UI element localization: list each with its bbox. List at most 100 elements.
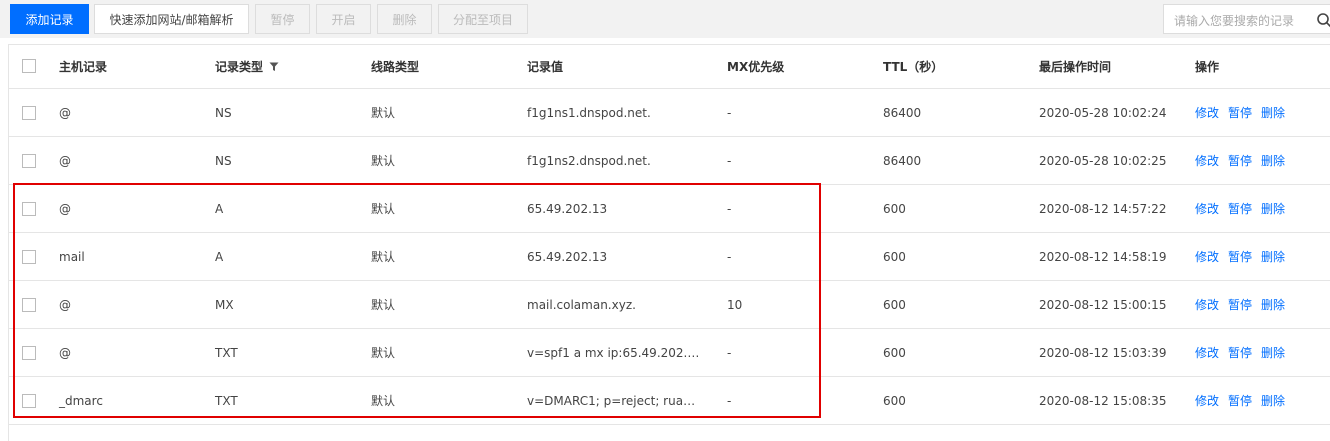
pause-link[interactable]: 暂停 (1228, 392, 1252, 409)
search-input[interactable]: 请输入您要搜索的记录 (1163, 4, 1330, 34)
cell-value: 65.49.202.13 (527, 249, 608, 264)
cell-line: 默认 (371, 394, 396, 408)
cell-line: 默认 (371, 298, 396, 312)
row-checkbox[interactable] (22, 346, 36, 360)
cell-actions: 修改 暂停 删除 (1195, 137, 1294, 184)
cell-ttl: 86400 (883, 105, 922, 120)
enable-button[interactable]: 开启 (316, 4, 371, 34)
edit-link[interactable]: 修改 (1195, 152, 1219, 169)
edit-link[interactable]: 修改 (1195, 296, 1219, 313)
delete-link[interactable]: 删除 (1261, 200, 1285, 217)
cell-line: 默认 (371, 202, 396, 216)
cell-value: f1g1ns2.dnspod.net. (527, 153, 651, 168)
delete-link[interactable]: 删除 (1261, 248, 1285, 265)
cell-value: v=DMARC1; p=reject; rua… (527, 393, 696, 408)
cell-mx: - (727, 105, 732, 120)
edit-link[interactable]: 修改 (1195, 248, 1219, 265)
cell-line: 默认 (371, 154, 396, 168)
cell-actions: 修改 暂停 删除 (1195, 377, 1294, 424)
search-icon[interactable] (1316, 12, 1330, 28)
cell-mx: - (727, 201, 732, 216)
cell-line: 默认 (371, 250, 396, 264)
pause-link[interactable]: 暂停 (1228, 248, 1252, 265)
col-type[interactable]: 记录类型 (215, 45, 279, 88)
cell-mx: - (727, 393, 732, 408)
cell-mx: 10 (727, 297, 743, 312)
search-placeholder: 请输入您要搜索的记录 (1174, 14, 1295, 28)
delete-link[interactable]: 删除 (1261, 344, 1285, 361)
cell-ttl: 86400 (883, 153, 922, 168)
cell-actions: 修改 暂停 删除 (1195, 281, 1294, 328)
edit-link[interactable]: 修改 (1195, 104, 1219, 121)
table-row: mail A 默认 65.49.202.13 - 600 2020-08-12 14:58:… (9, 233, 1330, 281)
cell-line: 默认 (371, 106, 396, 120)
cell-actions: 修改 暂停 删除 (1195, 89, 1294, 136)
pause-link[interactable]: 暂停 (1228, 344, 1252, 361)
cell-line: 默认 (371, 346, 396, 360)
cell-time: 2020-05-28 10:02:24 (1039, 105, 1167, 120)
edit-link[interactable]: 修改 (1195, 200, 1219, 217)
table-row: @ A 默认 65.49.202.13 - 600 2020-08-12 14:57:22 修… (9, 185, 1330, 233)
row-checkbox[interactable] (22, 106, 36, 120)
cell-type: A (215, 249, 224, 264)
col-type-label: 记录类型 (215, 60, 264, 74)
table-row: _dmarc TXT 默认 v=DMARC1; p=reject; rua… - 600 2… (9, 377, 1330, 425)
row-checkbox[interactable] (22, 154, 36, 168)
row-checkbox[interactable] (22, 298, 36, 312)
pause-link[interactable]: 暂停 (1228, 200, 1252, 217)
delete-button[interactable]: 删除 (377, 4, 432, 34)
cell-mx: - (727, 153, 732, 168)
col-mx: MX优先级 (727, 60, 785, 74)
cell-ttl: 600 (883, 201, 906, 216)
col-ttl: TTL（秒） (883, 60, 944, 74)
cell-actions: 修改 暂停 删除 (1195, 329, 1294, 376)
cell-ttl: 600 (883, 345, 906, 360)
cell-value: v=spf1 a mx ip:65.49.202.… (527, 345, 700, 360)
cell-value: mail.colaman.xyz. (527, 297, 636, 312)
cell-host: mail (59, 249, 85, 264)
cell-time: 2020-08-12 15:08:35 (1039, 393, 1167, 408)
quick-add-button[interactable]: 快速添加网站/邮箱解析 (94, 4, 249, 34)
cell-type: A (215, 201, 224, 216)
cell-actions: 修改 暂停 删除 (1195, 185, 1294, 232)
select-all-checkbox[interactable] (22, 59, 36, 73)
table-row: @ NS 默认 f1g1ns2.dnspod.net. - 86400 2020-05-28… (9, 137, 1330, 185)
cell-time: 2020-05-28 10:02:25 (1039, 153, 1167, 168)
pause-link[interactable]: 暂停 (1228, 296, 1252, 313)
cell-mx: - (727, 345, 732, 360)
cell-type: NS (215, 105, 232, 120)
edit-link[interactable]: 修改 (1195, 392, 1219, 409)
cell-time: 2020-08-12 14:58:19 (1039, 249, 1167, 264)
cell-type: TXT (215, 345, 238, 360)
delete-link[interactable]: 删除 (1261, 152, 1285, 169)
cell-host: @ (59, 201, 71, 216)
row-checkbox[interactable] (22, 250, 36, 264)
edit-link[interactable]: 修改 (1195, 344, 1219, 361)
pause-link[interactable]: 暂停 (1228, 104, 1252, 121)
table-row: @ MX 默认 mail.colaman.xyz. 10 600 2020-08-12 15… (9, 281, 1330, 329)
toolbar: 添加记录 快速添加网站/邮箱解析 暂停 开启 删除 分配至项目 请输入您要搜索的… (0, 0, 1330, 38)
delete-link[interactable]: 删除 (1261, 392, 1285, 409)
col-line: 线路类型 (371, 60, 420, 74)
cell-type: TXT (215, 393, 238, 408)
cell-type: NS (215, 153, 232, 168)
col-actions: 操作 (1195, 60, 1220, 74)
pause-link[interactable]: 暂停 (1228, 152, 1252, 169)
cell-type: MX (215, 297, 234, 312)
cell-time: 2020-08-12 14:57:22 (1039, 201, 1167, 216)
dns-records-table: 主机记录 记录类型 线路类型 记录值 MX优先级 TTL（秒） 最后操作时间 操… (8, 44, 1330, 441)
cell-host: @ (59, 105, 71, 120)
add-record-button[interactable]: 添加记录 (10, 4, 89, 34)
row-checkbox[interactable] (22, 202, 36, 216)
assign-project-button[interactable]: 分配至项目 (438, 4, 528, 34)
table-row: @ TXT 默认 v=spf1 a mx ip:65.49.202.… - 600 2020… (9, 329, 1330, 377)
row-checkbox[interactable] (22, 394, 36, 408)
pause-button[interactable]: 暂停 (255, 4, 310, 34)
table-row: @ NS 默认 f1g1ns1.dnspod.net. - 86400 2020-05-28… (9, 89, 1330, 137)
filter-icon[interactable] (269, 62, 279, 72)
cell-value: f1g1ns1.dnspod.net. (527, 105, 651, 120)
cell-mx: - (727, 249, 732, 264)
delete-link[interactable]: 删除 (1261, 296, 1285, 313)
delete-link[interactable]: 删除 (1261, 104, 1285, 121)
cell-value: 65.49.202.13 (527, 201, 608, 216)
